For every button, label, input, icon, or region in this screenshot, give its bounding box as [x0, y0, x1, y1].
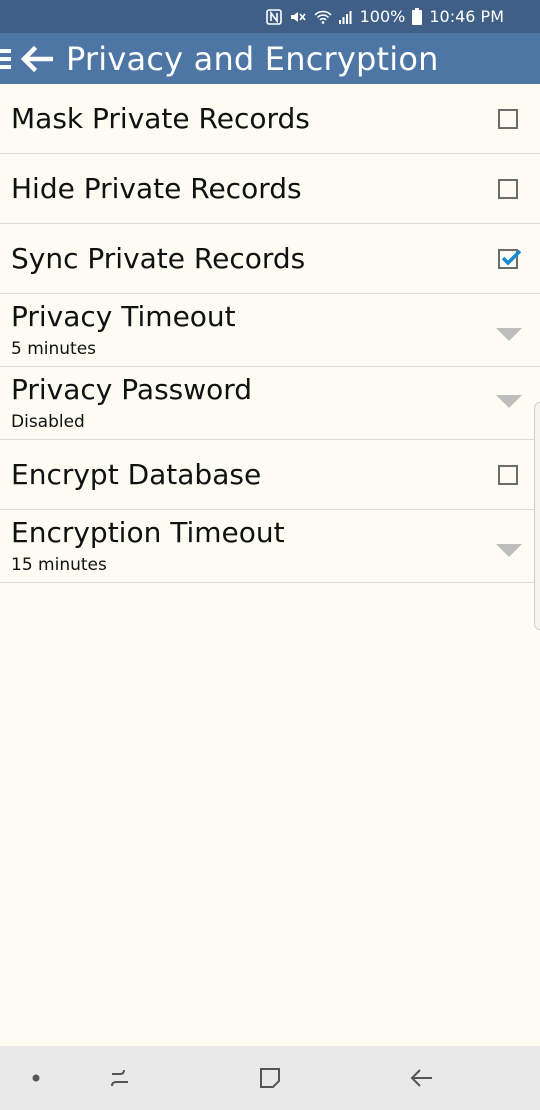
- edge-panel-handle[interactable]: [534, 402, 540, 630]
- setting-label: Privacy Timeout: [11, 300, 236, 333]
- wifi-icon: [314, 9, 332, 25]
- signal-icon: [338, 9, 353, 25]
- encrypt-database-checkbox[interactable]: [498, 465, 518, 485]
- clock: 10:46 PM: [429, 7, 504, 26]
- setting-value: 5 minutes: [11, 339, 97, 359]
- setting-label: Hide Private Records: [11, 172, 302, 205]
- recent-apps-icon[interactable]: [100, 1046, 140, 1110]
- setting-hide-private-records[interactable]: Hide Private Records: [0, 154, 540, 224]
- battery-icon: [412, 8, 423, 25]
- back-arrow-icon[interactable]: [18, 33, 54, 84]
- back-icon[interactable]: [402, 1046, 442, 1110]
- nfc-icon: [265, 8, 282, 25]
- setting-privacy-password[interactable]: Privacy Password Disabled: [0, 367, 540, 440]
- setting-label: Privacy Password: [11, 373, 253, 406]
- setting-privacy-timeout[interactable]: Privacy Timeout 5 minutes: [0, 294, 540, 367]
- settings-list: Mask Private Records Hide Private Record…: [0, 84, 540, 583]
- menu-icon[interactable]: [0, 33, 14, 84]
- app-bar: Privacy and Encryption: [0, 33, 540, 84]
- dot-icon[interactable]: [20, 1046, 52, 1110]
- dropdown-arrow-icon[interactable]: [496, 544, 522, 557]
- page-title: Privacy and Encryption: [66, 39, 439, 78]
- setting-label: Encrypt Database: [11, 458, 262, 491]
- setting-encrypt-database[interactable]: Encrypt Database: [0, 440, 540, 510]
- mute-icon: [289, 9, 307, 25]
- status-bar: 100% 10:46 PM: [0, 0, 540, 33]
- setting-value: 15 minutes: [11, 555, 107, 575]
- setting-encryption-timeout[interactable]: Encryption Timeout 15 minutes: [0, 510, 540, 583]
- setting-value: Disabled: [11, 412, 85, 432]
- dropdown-arrow-icon[interactable]: [496, 395, 522, 408]
- mask-private-records-checkbox[interactable]: [498, 109, 518, 129]
- setting-label: Mask Private Records: [11, 102, 310, 135]
- setting-mask-private-records[interactable]: Mask Private Records: [0, 84, 540, 154]
- setting-sync-private-records[interactable]: Sync Private Records: [0, 224, 540, 294]
- setting-label: Sync Private Records: [11, 242, 306, 275]
- home-icon[interactable]: [250, 1046, 290, 1110]
- hide-private-records-checkbox[interactable]: [498, 179, 518, 199]
- dropdown-arrow-icon[interactable]: [496, 328, 522, 341]
- sync-private-records-checkbox[interactable]: [498, 249, 522, 269]
- battery-percent: 100%: [359, 7, 406, 26]
- navigation-bar: [0, 1046, 540, 1110]
- checkmark-icon: [501, 249, 522, 266]
- setting-label: Encryption Timeout: [11, 516, 285, 549]
